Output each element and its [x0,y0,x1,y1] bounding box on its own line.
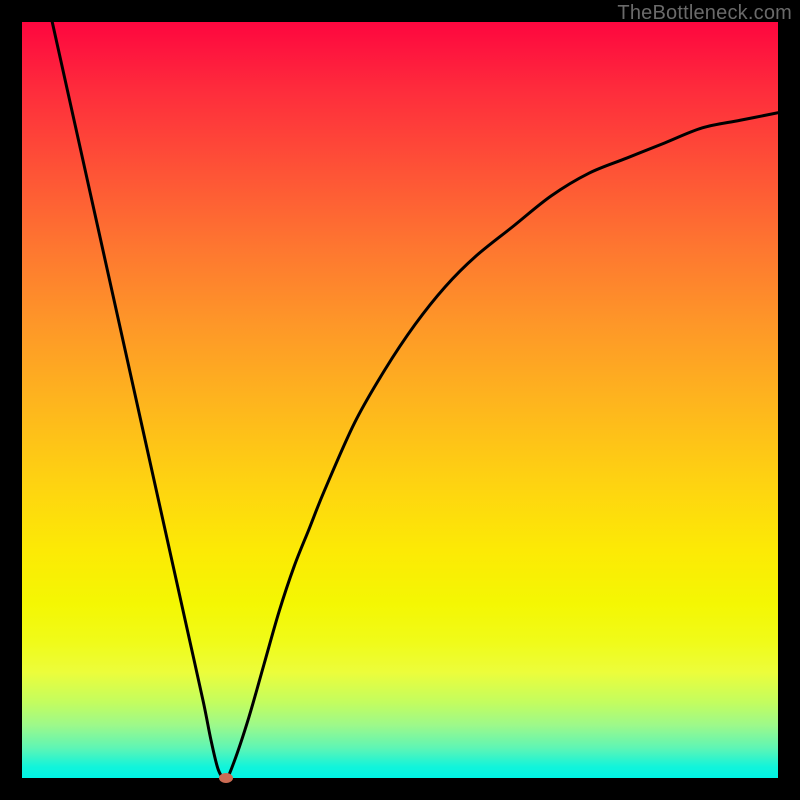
optimal-point-marker [219,773,233,783]
chart-plot-area [22,22,778,778]
bottleneck-curve [22,22,778,778]
watermark-text: TheBottleneck.com [617,2,792,25]
curve-path [52,22,778,778]
